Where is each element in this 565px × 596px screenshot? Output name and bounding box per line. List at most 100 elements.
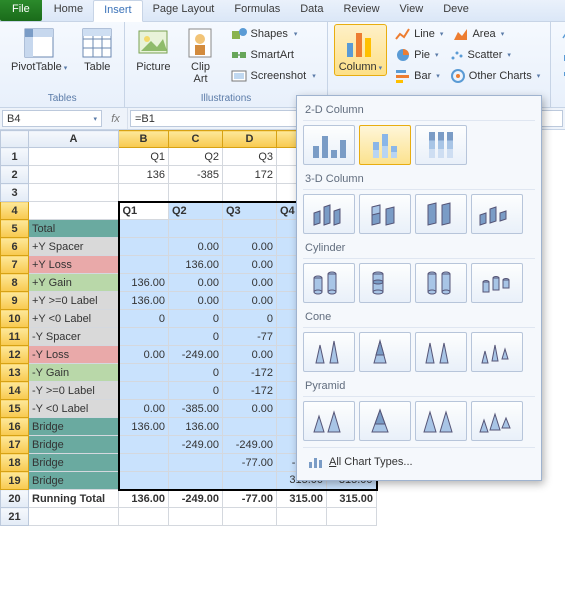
row-header[interactable]: 9 xyxy=(1,292,29,310)
cell[interactable]: -77 xyxy=(223,328,277,346)
cell[interactable]: -172 xyxy=(223,382,277,400)
cell[interactable]: 136.00 xyxy=(169,256,223,274)
tab-file[interactable]: File xyxy=(0,0,42,21)
row-header[interactable]: 11 xyxy=(1,328,29,346)
cell[interactable]: 0.00 xyxy=(223,256,277,274)
cell[interactable]: 0.00 xyxy=(223,292,277,310)
tab-review[interactable]: Review xyxy=(333,0,389,21)
cell[interactable]: 136.00 xyxy=(169,418,223,436)
cell[interactable] xyxy=(119,382,169,400)
clipart-button[interactable]: Clip Art xyxy=(180,24,222,88)
chart-clustered-pyramid[interactable] xyxy=(303,401,355,441)
chart-stacked-column-2d[interactable] xyxy=(359,125,411,165)
tab-home[interactable]: Home xyxy=(44,0,93,21)
chart-stacked-pyramid[interactable] xyxy=(359,401,411,441)
cell[interactable]: 0 xyxy=(169,310,223,328)
cell[interactable] xyxy=(119,184,169,202)
cell[interactable] xyxy=(29,508,119,526)
cell[interactable]: 0.00 xyxy=(119,346,169,364)
cell[interactable] xyxy=(29,166,119,184)
row-header[interactable]: 16 xyxy=(1,418,29,436)
pie-chart-button[interactable]: Pie▾ xyxy=(391,45,442,65)
cell[interactable] xyxy=(327,508,377,526)
row-header[interactable]: 1 xyxy=(1,148,29,166)
sparkline-column-button[interactable]: Co xyxy=(557,45,565,65)
chart-stacked-cone[interactable] xyxy=(359,332,411,372)
cell-active[interactable]: Q1 xyxy=(119,202,169,220)
cell[interactable] xyxy=(119,256,169,274)
cell[interactable]: Bridge xyxy=(29,436,119,454)
tab-view[interactable]: View xyxy=(390,0,434,21)
cell[interactable]: Bridge xyxy=(29,472,119,490)
cell[interactable]: 0.00 xyxy=(223,346,277,364)
cell[interactable]: -77.00 xyxy=(223,490,277,508)
tab-data[interactable]: Data xyxy=(290,0,333,21)
chart-clustered-cone[interactable] xyxy=(303,332,355,372)
cell[interactable]: 136.00 xyxy=(119,274,169,292)
fx-icon[interactable]: fx xyxy=(104,108,128,129)
cell[interactable]: -249.00 xyxy=(223,436,277,454)
cell[interactable]: 136.00 xyxy=(119,418,169,436)
row-header[interactable]: 13 xyxy=(1,364,29,382)
tab-page-layout[interactable]: Page Layout xyxy=(143,0,225,21)
cell[interactable]: +Y >=0 Label xyxy=(29,292,119,310)
column-chart-button[interactable]: Column▾ xyxy=(334,24,387,76)
cell[interactable]: -77.00 xyxy=(223,454,277,472)
row-header[interactable]: 2 xyxy=(1,166,29,184)
row-header[interactable]: 7 xyxy=(1,256,29,274)
row-header[interactable]: 18 xyxy=(1,454,29,472)
cell[interactable]: +Y Gain xyxy=(29,274,119,292)
chart-clustered-cylinder[interactable] xyxy=(303,263,355,303)
row-header[interactable]: 4 xyxy=(1,202,29,220)
row-header[interactable]: 17 xyxy=(1,436,29,454)
cell[interactable]: 172 xyxy=(223,166,277,184)
cell[interactable] xyxy=(119,508,169,526)
chevron-down-icon[interactable]: ▾ xyxy=(93,115,97,123)
cell[interactable]: -249.00 xyxy=(169,490,223,508)
row-header[interactable]: 5 xyxy=(1,220,29,238)
tab-insert[interactable]: Insert xyxy=(93,0,143,22)
shapes-button[interactable]: Shapes▾ xyxy=(226,24,321,44)
cell[interactable]: -249.00 xyxy=(169,436,223,454)
cell[interactable]: Q2 xyxy=(169,148,223,166)
chart-100stacked-pyramid[interactable] xyxy=(415,401,467,441)
cell[interactable]: 0.00 xyxy=(119,400,169,418)
sparkline-line-button[interactable]: Li xyxy=(557,24,565,44)
cell[interactable]: 0.00 xyxy=(223,400,277,418)
chart-3d-pyramid[interactable] xyxy=(471,401,523,441)
cell[interactable]: +Y Spacer xyxy=(29,238,119,256)
cell[interactable]: -249.00 xyxy=(169,346,223,364)
row-header[interactable]: 20 xyxy=(1,490,29,508)
cell[interactable]: Q1 xyxy=(119,148,169,166)
cell[interactable]: 136 xyxy=(119,166,169,184)
cell[interactable] xyxy=(223,472,277,490)
cell[interactable]: -385 xyxy=(169,166,223,184)
chart-3d-cone[interactable] xyxy=(471,332,523,372)
cell[interactable]: 0 xyxy=(169,364,223,382)
cell[interactable] xyxy=(223,508,277,526)
cell[interactable]: 0.00 xyxy=(223,238,277,256)
chart-clustered-column-2d[interactable] xyxy=(303,125,355,165)
cell[interactable]: -Y >=0 Label xyxy=(29,382,119,400)
chart-3d-column[interactable] xyxy=(471,194,523,234)
cell[interactable] xyxy=(169,454,223,472)
cell[interactable]: -Y Gain xyxy=(29,364,119,382)
all-chart-types-button[interactable]: All Chart Types... xyxy=(303,447,535,476)
row-header[interactable]: 19 xyxy=(1,472,29,490)
row-header[interactable]: 14 xyxy=(1,382,29,400)
row-header[interactable]: 15 xyxy=(1,400,29,418)
chart-stacked-cylinder[interactable] xyxy=(359,263,411,303)
cell[interactable]: Running Total xyxy=(29,490,119,508)
row-header[interactable]: 21 xyxy=(1,508,29,526)
cell[interactable]: 0 xyxy=(223,310,277,328)
cell[interactable]: 136.00 xyxy=(119,490,169,508)
chart-stacked-column-3d[interactable] xyxy=(359,194,411,234)
cell[interactable] xyxy=(277,508,327,526)
sparkline-winloss-button[interactable]: Wi xyxy=(557,66,565,86)
cell[interactable]: Q2 xyxy=(169,202,223,220)
tab-developer[interactable]: Deve xyxy=(433,0,479,21)
cell[interactable]: +Y Loss xyxy=(29,256,119,274)
cell[interactable]: -Y <0 Label xyxy=(29,400,119,418)
bar-chart-button[interactable]: Bar▾ xyxy=(391,66,444,86)
cell[interactable]: -385.00 xyxy=(169,400,223,418)
